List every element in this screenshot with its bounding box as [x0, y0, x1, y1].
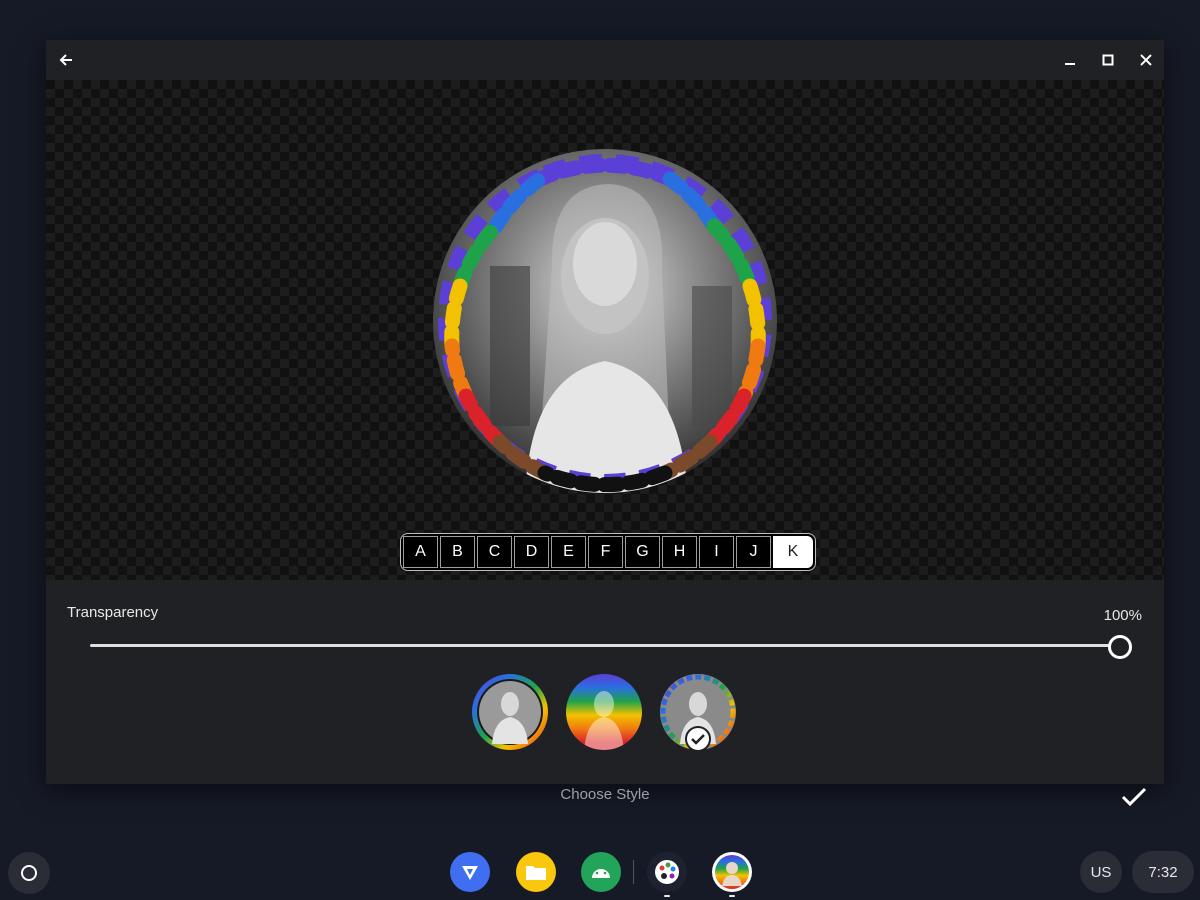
selected-check-icon	[685, 726, 711, 752]
style-option-wreath[interactable]	[658, 672, 738, 752]
letter-f-button[interactable]: F	[588, 536, 623, 568]
back-arrow-icon[interactable]	[54, 48, 78, 72]
letter-h-button[interactable]: H	[662, 536, 697, 568]
style-option-ring[interactable]	[470, 672, 550, 752]
controls-panel: Transparency 100% Choose Style	[46, 580, 1164, 807]
app-window: A B C D E F G H I J K Transparency 100%	[46, 40, 1164, 807]
transparency-label: Transparency	[67, 604, 159, 621]
profile-frame-app-icon[interactable]	[712, 852, 752, 897]
transparency-value: 100%	[1103, 607, 1142, 624]
paint-palette-app-icon[interactable]	[647, 852, 687, 897]
preview-canvas: A B C D E F G H I J K	[46, 80, 1164, 580]
running-indicator	[664, 895, 670, 897]
files-app-icon[interactable]	[516, 852, 556, 892]
slider-thumb[interactable]	[1108, 635, 1132, 659]
maximize-icon[interactable]	[1096, 48, 1120, 72]
shelf-separator	[633, 860, 634, 884]
clock-status-area[interactable]: 7:32	[1132, 851, 1194, 893]
letter-d-button[interactable]: D	[514, 536, 549, 568]
letter-b-button[interactable]: B	[440, 536, 475, 568]
minimize-icon[interactable]	[1058, 48, 1082, 72]
choose-style-label: Choose Style	[560, 786, 650, 803]
letter-e-button[interactable]: E	[551, 536, 586, 568]
letter-g-button[interactable]: G	[625, 536, 660, 568]
title-bar	[46, 40, 1164, 80]
letter-a-button[interactable]: A	[403, 536, 438, 568]
shelf: US 7:32	[0, 844, 1200, 900]
style-option-overlay[interactable]	[564, 672, 644, 752]
avatar-preview	[430, 146, 780, 496]
vpn-app-icon[interactable]	[450, 852, 490, 892]
transparency-slider[interactable]	[90, 644, 1120, 647]
keyboard-layout-indicator[interactable]: US	[1080, 851, 1122, 893]
letter-k-button[interactable]: K	[773, 536, 813, 568]
letter-i-button[interactable]: I	[699, 536, 734, 568]
launcher-button[interactable]	[8, 852, 50, 894]
letter-j-button[interactable]: J	[736, 536, 771, 568]
running-indicator	[729, 895, 735, 897]
letter-c-button[interactable]: C	[477, 536, 512, 568]
android-app-icon[interactable]	[581, 852, 621, 892]
confirm-check-icon[interactable]	[1118, 780, 1150, 812]
letter-picker: A B C D E F G H I J K	[400, 533, 816, 571]
close-icon[interactable]	[1134, 48, 1158, 72]
